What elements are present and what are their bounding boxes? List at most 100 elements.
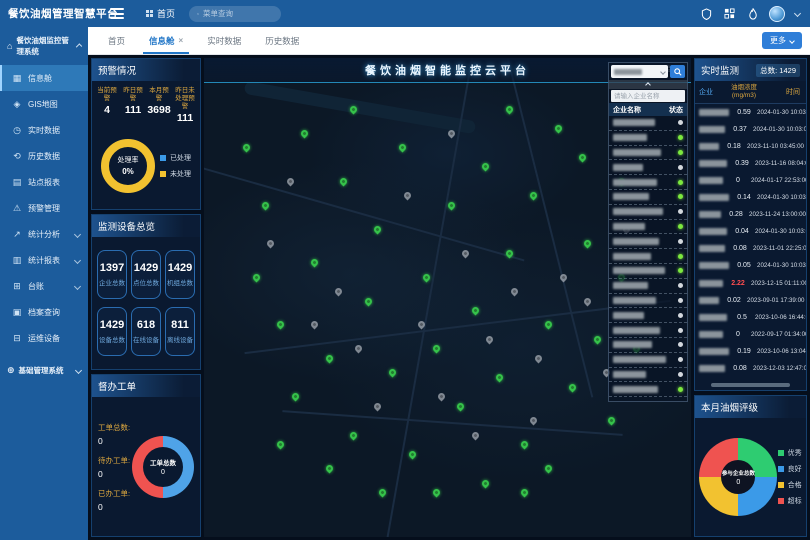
company-list-header: 企业名称 状态 — [609, 103, 687, 116]
sidebar-item-ledger[interactable]: ⊞台账 — [0, 273, 88, 299]
company-search-button[interactable] — [670, 65, 685, 78]
timestamp: 2023-12-03 12:47:00 — [753, 365, 806, 372]
apps-icon[interactable] — [723, 7, 736, 20]
table-row[interactable]: 0.192023-10-06 13:04:00 — [695, 343, 806, 360]
sidebar-item-info-cabin[interactable]: ▦信息舱 — [0, 65, 88, 91]
concentration-value: 2.22 — [725, 280, 751, 287]
stat-value: 1429 — [167, 262, 193, 274]
horizontal-scrollbar[interactable] — [711, 383, 791, 387]
list-item[interactable] — [609, 264, 687, 279]
list-item[interactable] — [609, 249, 687, 264]
table-row[interactable]: 0.392023-11-16 08:04:00 — [695, 155, 806, 172]
list-item[interactable] — [609, 190, 687, 205]
sidebar-item-alert-manage[interactable]: ⚠预警管理 — [0, 195, 88, 221]
collapse-toggle[interactable] — [609, 80, 687, 89]
sidebar-item-label: 统计分析 — [28, 229, 60, 240]
table-row[interactable]: 2.222023-12-15 01:11:00 — [695, 275, 806, 292]
list-item[interactable] — [609, 175, 687, 190]
list-item[interactable] — [609, 116, 687, 131]
list-item[interactable] — [609, 294, 687, 309]
sidebar-item-realtime-data[interactable]: ◷实时数据 — [0, 117, 88, 143]
list-item[interactable] — [609, 308, 687, 323]
tab-history-data[interactable]: 历史数据 — [253, 27, 311, 54]
chevron-up-icon — [76, 43, 82, 49]
table-row[interactable]: 02022-09-17 01:34:00 — [695, 326, 806, 343]
table-row[interactable]: 0.52023-10-06 16:44:00 — [695, 309, 806, 326]
list-item[interactable] — [609, 160, 687, 175]
table-row[interactable]: 02024-01-17 22:53:00 — [695, 172, 806, 189]
list-item[interactable] — [609, 338, 687, 353]
timestamp: 2024-01-30 10:03:00 — [755, 228, 806, 235]
sidebar-item-base-system[interactable]: ⊕ 基础管理系统 — [0, 357, 88, 384]
tab-home[interactable]: 首页 — [96, 27, 137, 54]
flame-icon[interactable] — [746, 7, 759, 20]
legend-label: 未处理 — [170, 169, 191, 179]
map-canvas[interactable]: 餐饮油烟智能监控云平台 2024/1/30 10:03 星期二 — [204, 58, 691, 537]
table-row[interactable]: 0.082023-12-03 12:47:00 — [695, 360, 806, 377]
list-item[interactable] — [609, 220, 687, 235]
close-icon[interactable]: × — [179, 36, 184, 45]
table-row[interactable]: 0.042024-01-30 10:03:00 — [695, 223, 806, 240]
user-avatar[interactable] — [769, 6, 785, 22]
stat-label: 点位总数 — [133, 277, 159, 287]
archive-icon: ▣ — [12, 307, 22, 318]
company-name-redacted — [613, 164, 643, 171]
breadcrumb[interactable]: 首页 — [146, 7, 175, 20]
list-item[interactable] — [609, 146, 687, 161]
tab-bar-tabs: 首页信息舱×实时数据历史数据 — [88, 27, 311, 54]
sidebar-item-label: 台账 — [28, 281, 44, 292]
legend-swatch — [778, 498, 784, 504]
table-row[interactable]: 0.142024-01-30 10:03:00 — [695, 189, 806, 206]
table-row[interactable]: 0.052024-01-30 10:03:00 — [695, 257, 806, 274]
list-item[interactable] — [609, 131, 687, 146]
device-icon: ⊟ — [12, 333, 22, 344]
dashboard-title: 餐饮油烟智能监控云平台 — [365, 62, 530, 78]
list-item[interactable] — [609, 234, 687, 249]
workorder-panel: 督办工单 工单总数:0待办工单:0已办工单:0 工单总数 0 — [91, 374, 201, 537]
sidebar-item-stat-analysis[interactable]: ↗统计分析 — [0, 221, 88, 247]
stat-label: 当前预警 — [95, 87, 119, 103]
chevron-down-icon — [75, 367, 82, 374]
list-item[interactable] — [609, 205, 687, 220]
status-dot — [678, 120, 683, 125]
list-item[interactable] — [609, 368, 687, 383]
table-row[interactable]: 0.082023-11-01 22:25:00 — [695, 240, 806, 257]
chevron-up-icon — [645, 82, 651, 88]
stat-value: 1429 — [99, 319, 125, 331]
chevron-down-icon — [789, 38, 795, 44]
device-panel: 监测设备总览 1397企业总数1429点位总数1429机组总数1429设备总数6… — [91, 214, 201, 370]
left-column: 预警情况 当前预警4昨日预警111本月预警3698昨日未处理预警111 处理率 … — [91, 58, 201, 537]
legend-item: 合格 — [778, 480, 802, 490]
shield-icon[interactable] — [700, 7, 713, 20]
stat-label: 待办工单: — [98, 455, 130, 466]
menu-search-input[interactable] — [203, 9, 273, 18]
table-row[interactable]: 0.592024-01-30 10:03:00 — [695, 104, 806, 121]
stat-value: 111 — [173, 112, 197, 124]
sidebar-system-header[interactable]: ⌂ 餐饮油烟监控管理系统 — [0, 27, 88, 65]
table-row[interactable]: 0.282023-11-24 13:00:00 — [695, 206, 806, 223]
tab-info-cabin[interactable]: 信息舱× — [137, 27, 195, 54]
sidebar-item-site-report[interactable]: ▤站点报表 — [0, 169, 88, 195]
hamburger-menu-icon[interactable] — [110, 6, 124, 22]
table-row[interactable]: 0.022023-09-01 17:39:00 — [695, 292, 806, 309]
sidebar-item-history-data[interactable]: ⟲历史数据 — [0, 143, 88, 169]
menu-search[interactable] — [189, 6, 281, 22]
sidebar-item-ops-device[interactable]: ⊟运维设备 — [0, 325, 88, 351]
list-item[interactable] — [609, 382, 687, 397]
stat-label: 本月预警 — [147, 87, 171, 103]
list-item[interactable] — [609, 353, 687, 368]
sidebar-item-gis-map[interactable]: ◈GIS地图 — [0, 91, 88, 117]
sidebar-item-archive-query[interactable]: ▣档案查询 — [0, 299, 88, 325]
sidebar-item-stat-report[interactable]: ▥统计报表 — [0, 247, 88, 273]
region-select[interactable] — [611, 65, 668, 78]
company-name-input[interactable] — [611, 90, 685, 102]
list-item[interactable] — [609, 279, 687, 294]
tab-realtime-data[interactable]: 实时数据 — [195, 27, 253, 54]
more-button[interactable]: 更多 — [762, 32, 802, 49]
chevron-down-icon[interactable] — [794, 10, 801, 17]
device-stat-box: 1397企业总数 — [97, 250, 127, 299]
table-row[interactable]: 0.182023-11-10 03:45:00 — [695, 138, 806, 155]
search-icon — [674, 68, 682, 76]
list-item[interactable] — [609, 323, 687, 338]
table-row[interactable]: 0.372024-01-30 10:03:00 — [695, 121, 806, 138]
